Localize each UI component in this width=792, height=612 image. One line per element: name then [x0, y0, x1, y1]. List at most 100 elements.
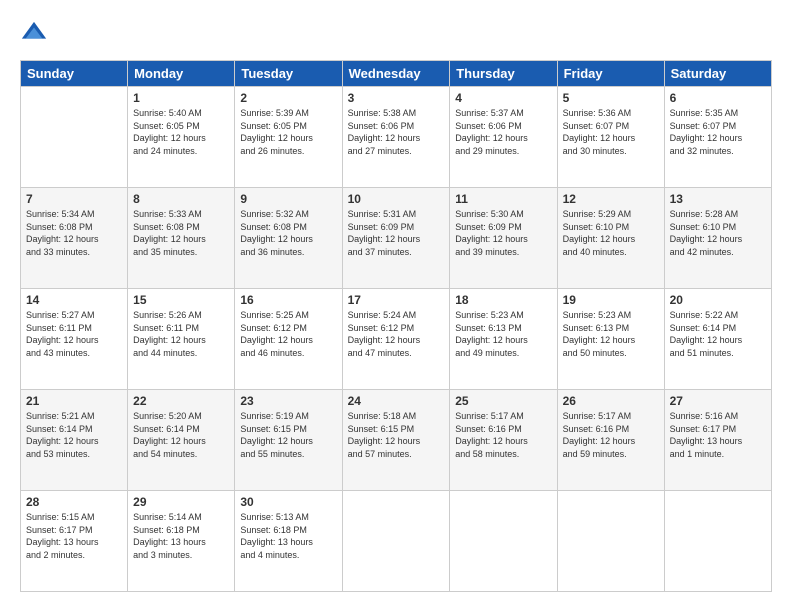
day-cell: 24Sunrise: 5:18 AM Sunset: 6:15 PM Dayli…	[342, 390, 450, 491]
day-info: Sunrise: 5:29 AM Sunset: 6:10 PM Dayligh…	[563, 208, 659, 258]
day-number: 23	[240, 394, 336, 408]
day-number: 3	[348, 91, 445, 105]
day-number: 24	[348, 394, 445, 408]
day-cell: 17 Sunrise: 5:24 AM Sunset: 6:12 PM Dayli…	[342, 289, 450, 390]
day-cell: 3 Sunrise: 5:38 AM Sunset: 6:06 PM Daylig…	[342, 87, 450, 188]
day-info: Sunrise: 5:19 AM Sunset: 6:15 PM Dayligh…	[240, 410, 336, 460]
day-cell: 19 Sunrise: 5:23 AM Sunset: 6:13 PM Dayli…	[557, 289, 664, 390]
col-saturday: Saturday	[664, 61, 771, 87]
day-number: 16	[240, 293, 336, 307]
day-cell: 7 Sunrise: 5:34 AM Sunset: 6:08 PM Daylig…	[21, 188, 128, 289]
day-number: 17	[348, 293, 445, 307]
day-number: 19	[563, 293, 659, 307]
day-number: 13	[670, 192, 766, 206]
day-number: 29	[133, 495, 229, 509]
day-cell: 13 Sunrise: 5:28 AM Sunset: 6:10 PM Dayli…	[664, 188, 771, 289]
day-number: 12	[563, 192, 659, 206]
day-number: 1	[133, 91, 229, 105]
day-info: Sunrise: 5:17 AM Sunset: 6:16 PM Dayligh…	[455, 410, 551, 460]
day-number: 7	[26, 192, 122, 206]
day-number: 10	[348, 192, 445, 206]
day-info: Sunrise: 5:20 AM Sunset: 6:14 PM Dayligh…	[133, 410, 229, 460]
day-number: 18	[455, 293, 551, 307]
day-info: Sunrise: 5:32 AM Sunset: 6:08 PM Dayligh…	[240, 208, 336, 258]
day-cell: 14 Sunrise: 5:27 AM Sunset: 6:11 PM Dayli…	[21, 289, 128, 390]
day-cell: 9 Sunrise: 5:32 AM Sunset: 6:08 PM Daylig…	[235, 188, 342, 289]
day-number: 2	[240, 91, 336, 105]
day-info: Sunrise: 5:33 AM Sunset: 6:08 PM Dayligh…	[133, 208, 229, 258]
day-number: 6	[670, 91, 766, 105]
day-cell: 23 Sunrise: 5:19 AM Sunset: 6:15 PM Dayli…	[235, 390, 342, 491]
day-cell: 26 Sunrise: 5:17 AM Sunset: 6:16 PM Dayli…	[557, 390, 664, 491]
day-number: 9	[240, 192, 336, 206]
day-info: Sunrise: 5:21 AM Sunset: 6:14 PM Dayligh…	[26, 410, 122, 460]
day-cell: 10 Sunrise: 5:31 AM Sunset: 6:09 PM Dayli…	[342, 188, 450, 289]
day-cell: 18 Sunrise: 5:23 AM Sunset: 6:13 PM Dayli…	[450, 289, 557, 390]
day-cell: 22 Sunrise: 5:20 AM Sunset: 6:14 PM Dayli…	[128, 390, 235, 491]
day-cell	[21, 87, 128, 188]
day-info: Sunrise: 5:36 AM Sunset: 6:07 PM Dayligh…	[563, 107, 659, 157]
day-number: 11	[455, 192, 551, 206]
week-row-1: 1 Sunrise: 5:40 AM Sunset: 6:05 PM Daylig…	[21, 87, 772, 188]
day-cell	[664, 491, 771, 592]
day-cell: 1 Sunrise: 5:40 AM Sunset: 6:05 PM Daylig…	[128, 87, 235, 188]
day-number: 4	[455, 91, 551, 105]
day-info: Sunrise: 5:37 AM Sunset: 6:06 PM Dayligh…	[455, 107, 551, 157]
logo	[20, 20, 52, 48]
day-cell	[557, 491, 664, 592]
col-monday: Monday	[128, 61, 235, 87]
col-friday: Friday	[557, 61, 664, 87]
day-info: Sunrise: 5:39 AM Sunset: 6:05 PM Dayligh…	[240, 107, 336, 157]
header	[20, 20, 772, 48]
day-cell: 25Sunrise: 5:17 AM Sunset: 6:16 PM Dayli…	[450, 390, 557, 491]
day-info: Sunrise: 5:27 AM Sunset: 6:11 PM Dayligh…	[26, 309, 122, 359]
day-info: Sunrise: 5:31 AM Sunset: 6:09 PM Dayligh…	[348, 208, 445, 258]
day-cell: 21 Sunrise: 5:21 AM Sunset: 6:14 PM Dayli…	[21, 390, 128, 491]
day-cell: 28 Sunrise: 5:15 AM Sunset: 6:17 PM Dayli…	[21, 491, 128, 592]
day-info: Sunrise: 5:13 AM Sunset: 6:18 PM Dayligh…	[240, 511, 336, 561]
day-info: Sunrise: 5:23 AM Sunset: 6:13 PM Dayligh…	[455, 309, 551, 359]
day-cell: 5Sunrise: 5:36 AM Sunset: 6:07 PM Daylig…	[557, 87, 664, 188]
day-info: Sunrise: 5:24 AM Sunset: 6:12 PM Dayligh…	[348, 309, 445, 359]
day-cell: 12 Sunrise: 5:29 AM Sunset: 6:10 PM Dayli…	[557, 188, 664, 289]
day-number: 21	[26, 394, 122, 408]
day-info: Sunrise: 5:25 AM Sunset: 6:12 PM Dayligh…	[240, 309, 336, 359]
day-cell: 11 Sunrise: 5:30 AM Sunset: 6:09 PM Dayli…	[450, 188, 557, 289]
logo-icon	[20, 20, 48, 48]
day-info: Sunrise: 5:30 AM Sunset: 6:09 PM Dayligh…	[455, 208, 551, 258]
day-cell: 2 Sunrise: 5:39 AM Sunset: 6:05 PM Daylig…	[235, 87, 342, 188]
week-row-2: 7 Sunrise: 5:34 AM Sunset: 6:08 PM Daylig…	[21, 188, 772, 289]
day-info: Sunrise: 5:28 AM Sunset: 6:10 PM Dayligh…	[670, 208, 766, 258]
page: Sunday Monday Tuesday Wednesday Thursday…	[0, 0, 792, 612]
day-info: Sunrise: 5:38 AM Sunset: 6:06 PM Dayligh…	[348, 107, 445, 157]
day-number: 14	[26, 293, 122, 307]
day-cell: 20 Sunrise: 5:22 AM Sunset: 6:14 PM Dayli…	[664, 289, 771, 390]
col-wednesday: Wednesday	[342, 61, 450, 87]
day-cell: 6Sunrise: 5:35 AM Sunset: 6:07 PM Daylig…	[664, 87, 771, 188]
day-info: Sunrise: 5:14 AM Sunset: 6:18 PM Dayligh…	[133, 511, 229, 561]
day-info: Sunrise: 5:23 AM Sunset: 6:13 PM Dayligh…	[563, 309, 659, 359]
day-info: Sunrise: 5:34 AM Sunset: 6:08 PM Dayligh…	[26, 208, 122, 258]
day-cell: 16 Sunrise: 5:25 AM Sunset: 6:12 PM Dayli…	[235, 289, 342, 390]
day-info: Sunrise: 5:22 AM Sunset: 6:14 PM Dayligh…	[670, 309, 766, 359]
day-cell: 15 Sunrise: 5:26 AM Sunset: 6:11 PM Dayli…	[128, 289, 235, 390]
col-sunday: Sunday	[21, 61, 128, 87]
calendar-header-row: Sunday Monday Tuesday Wednesday Thursday…	[21, 61, 772, 87]
calendar-table: Sunday Monday Tuesday Wednesday Thursday…	[20, 60, 772, 592]
week-row-4: 21 Sunrise: 5:21 AM Sunset: 6:14 PM Dayli…	[21, 390, 772, 491]
day-number: 22	[133, 394, 229, 408]
day-cell	[342, 491, 450, 592]
day-info: Sunrise: 5:15 AM Sunset: 6:17 PM Dayligh…	[26, 511, 122, 561]
day-cell: 27Sunrise: 5:16 AM Sunset: 6:17 PM Dayli…	[664, 390, 771, 491]
day-cell	[450, 491, 557, 592]
day-number: 20	[670, 293, 766, 307]
day-cell: 8Sunrise: 5:33 AM Sunset: 6:08 PM Daylig…	[128, 188, 235, 289]
day-cell: 30Sunrise: 5:13 AM Sunset: 6:18 PM Dayli…	[235, 491, 342, 592]
day-number: 28	[26, 495, 122, 509]
day-number: 26	[563, 394, 659, 408]
day-number: 15	[133, 293, 229, 307]
day-info: Sunrise: 5:17 AM Sunset: 6:16 PM Dayligh…	[563, 410, 659, 460]
col-tuesday: Tuesday	[235, 61, 342, 87]
day-info: Sunrise: 5:40 AM Sunset: 6:05 PM Dayligh…	[133, 107, 229, 157]
day-info: Sunrise: 5:26 AM Sunset: 6:11 PM Dayligh…	[133, 309, 229, 359]
